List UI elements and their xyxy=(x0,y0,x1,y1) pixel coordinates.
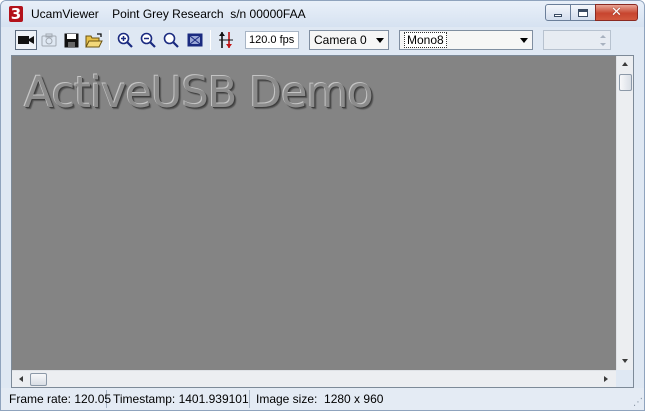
vertical-scrollbar[interactable] xyxy=(616,56,633,370)
zoom-in-button[interactable] xyxy=(115,30,135,50)
zoom-in-icon xyxy=(117,32,133,48)
snapshot-button[interactable] xyxy=(39,30,59,50)
horizontal-scrollbar[interactable] xyxy=(12,370,616,387)
maximize-icon xyxy=(578,8,588,17)
maximize-button[interactable] xyxy=(570,4,596,21)
arrow-up-icon xyxy=(599,34,606,38)
timestamp-status: Timestamp: 1401.939101 xyxy=(107,390,250,408)
property-arrows-icon xyxy=(219,32,233,48)
arrow-down-icon xyxy=(599,42,606,46)
scrollbar-corner xyxy=(616,370,633,387)
fullscreen-icon xyxy=(187,33,203,47)
app-name: UcamViewer xyxy=(31,7,99,21)
toolbar: 120.0 fps Camera 0 Mono8 xyxy=(1,27,644,53)
zoom-out-icon xyxy=(140,32,156,48)
spin-down-button[interactable] xyxy=(596,40,609,48)
window-subtitle: Point Grey Research s/n 00000FAA xyxy=(112,7,306,21)
toolbar-separator xyxy=(210,30,211,50)
fullscreen-button[interactable] xyxy=(185,30,205,50)
start-capture-button[interactable] xyxy=(15,30,37,50)
close-icon: ✕ xyxy=(611,5,622,20)
zoom-fit-button[interactable] xyxy=(161,30,181,50)
minimize-button[interactable] xyxy=(545,4,571,21)
chevron-down-icon xyxy=(376,38,384,43)
app-window: 3 UcamViewer Point Grey Research s/n 000… xyxy=(0,0,645,411)
image-viewer: ActiveUSB Demo xyxy=(11,55,634,388)
open-folder-icon xyxy=(85,32,103,47)
zoom-out-button[interactable] xyxy=(138,30,158,50)
snapshot-camera-icon xyxy=(41,33,57,47)
vertical-scroll-thumb[interactable] xyxy=(619,74,632,91)
window-controls: ✕ xyxy=(545,4,638,21)
scroll-right-button[interactable] xyxy=(598,371,614,387)
window-title: UcamViewer Point Grey Research s/n 00000… xyxy=(31,7,306,21)
resize-grip-icon[interactable]: ⋰ xyxy=(633,397,643,408)
format-select[interactable]: Mono8 xyxy=(399,30,533,50)
arrow-up-icon xyxy=(622,62,628,66)
arrow-right-icon xyxy=(604,376,608,382)
zoom-fit-icon xyxy=(163,32,179,48)
format-select-value: Mono8 xyxy=(404,32,447,48)
camera-select-value: Camera 0 xyxy=(314,33,367,47)
save-button[interactable] xyxy=(61,30,81,50)
close-button[interactable]: ✕ xyxy=(595,4,638,21)
status-bar: Frame rate: 120.05 Timestamp: 1401.93910… xyxy=(1,388,644,410)
minimize-icon xyxy=(554,14,562,17)
horizontal-scroll-thumb[interactable] xyxy=(30,373,47,386)
arrow-left-icon xyxy=(19,376,23,382)
frame-rate-status: Frame rate: 120.05 xyxy=(3,390,111,408)
title-bar[interactable]: 3 UcamViewer Point Grey Research s/n 000… xyxy=(1,1,644,27)
camera-control-button[interactable] xyxy=(216,30,236,50)
value-spinner[interactable] xyxy=(543,30,611,50)
chevron-down-icon xyxy=(520,38,528,43)
toolbar-separator xyxy=(109,30,110,50)
image-size-status: Image size: 1280 x 960 xyxy=(256,392,384,406)
open-button[interactable] xyxy=(84,30,104,50)
image-overlay-text: ActiveUSB Demo xyxy=(24,68,374,118)
scroll-up-button[interactable] xyxy=(617,56,633,72)
arrow-down-icon xyxy=(622,359,628,363)
camera-select[interactable]: Camera 0 xyxy=(309,30,389,50)
camera-image[interactable]: ActiveUSB Demo xyxy=(12,56,616,370)
scroll-down-button[interactable] xyxy=(617,353,633,369)
app-logo-icon: 3 xyxy=(9,5,23,23)
save-icon xyxy=(64,33,78,47)
video-camera-icon xyxy=(18,36,34,44)
spin-up-button[interactable] xyxy=(596,32,609,40)
scroll-left-button[interactable] xyxy=(13,371,29,387)
fps-display: 120.0 fps xyxy=(245,31,299,49)
